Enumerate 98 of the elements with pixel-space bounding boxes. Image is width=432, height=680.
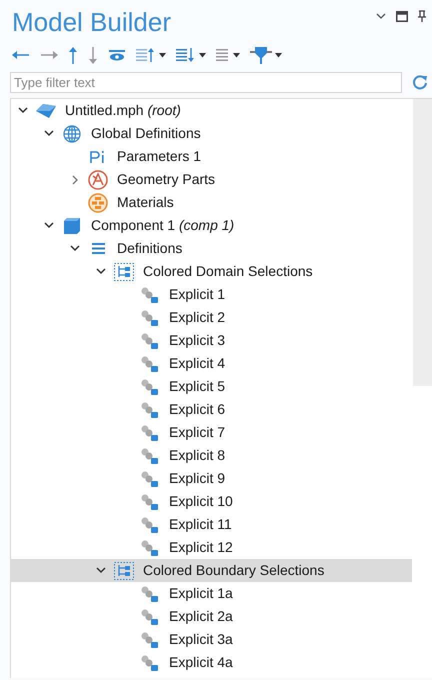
left-arrow-icon[interactable] [12, 50, 30, 60]
selection-icon [141, 310, 159, 326]
caret-icon[interactable] [233, 52, 240, 58]
selection-icon [141, 424, 159, 440]
tree-group-icon [114, 562, 134, 580]
chevron-down-icon[interactable] [376, 12, 386, 20]
refresh-icon[interactable] [412, 74, 428, 90]
selection-icon [141, 632, 159, 648]
item-label: Explicit 12 [169, 538, 233, 557]
chevron-down-icon[interactable] [18, 107, 28, 114]
up-arrow-icon[interactable] [68, 46, 78, 64]
list-down-icon[interactable] [176, 48, 194, 62]
selection-icon [141, 286, 159, 302]
tree-item[interactable]: Component 1 (comp 1) [11, 214, 412, 237]
item-label: Geometry Parts [117, 170, 216, 189]
item-label: Explicit 10 [169, 492, 233, 511]
scrollbar-thumb[interactable] [413, 99, 432, 386]
chevron-down-icon[interactable] [70, 245, 80, 252]
selection-icon [141, 540, 159, 556]
tree-group-icon [114, 262, 134, 280]
selection-icon [141, 516, 159, 532]
item-label: Explicit 1 [169, 285, 226, 304]
item-label: Colored Domain Selections [143, 262, 313, 281]
item-label: Definitions [117, 239, 182, 258]
item-label: Explicit 4 [169, 354, 226, 373]
selection-icon [141, 378, 159, 394]
item-label: Explicit 4a [169, 653, 233, 672]
tree-item[interactable]: Colored Boundary Selections [11, 559, 412, 582]
item-label: Explicit 5 [169, 377, 226, 396]
tree-item[interactable]: Global Definitions [11, 122, 412, 145]
tree-item[interactable]: Explicit 10 [11, 490, 412, 513]
tree-item[interactable]: Explicit 1 [11, 283, 412, 306]
chevron-down-icon[interactable] [44, 222, 54, 229]
tree-item[interactable]: Explicit 4a [11, 651, 412, 674]
item-label: Untitled.mph (root) [65, 101, 181, 120]
maximize-icon[interactable] [396, 10, 408, 22]
panel-title: Model Builder [12, 9, 171, 35]
item-label: Parameters 1 [117, 147, 202, 166]
item-label: Explicit 9 [169, 469, 226, 488]
cube-icon [63, 216, 81, 234]
geometry-parts-icon [88, 170, 108, 190]
pin-icon[interactable] [418, 10, 426, 22]
item-label: Explicit 11 [169, 515, 232, 534]
item-label: Explicit 3a [169, 630, 233, 649]
tree-item[interactable]: Explicit 5 [11, 375, 412, 398]
tree-item[interactable]: Colored Domain Selections [11, 260, 412, 283]
selection-icon [141, 332, 159, 348]
funnel-icon[interactable] [250, 46, 272, 64]
tree-item[interactable]: Explicit 8 [11, 444, 412, 467]
tree-item[interactable]: Explicit 9 [11, 467, 412, 490]
chevron-down-icon[interactable] [96, 567, 106, 574]
cube-icon [36, 104, 56, 118]
caret-icon[interactable] [199, 52, 206, 58]
tree-item[interactable]: Explicit 3 [11, 329, 412, 352]
caret-icon[interactable] [275, 52, 282, 58]
tree-item[interactable]: Explicit 4 [11, 352, 412, 375]
caret-icon[interactable] [159, 52, 166, 58]
tree-item[interactable]: Explicit 11 [11, 513, 412, 536]
item-label: Explicit 2 [169, 308, 226, 327]
list-up-icon[interactable] [136, 48, 154, 62]
tree-item[interactable]: Explicit 6 [11, 398, 412, 421]
selection-icon [141, 448, 159, 464]
item-label: Explicit 3 [169, 331, 226, 350]
tree-item[interactable]: Explicit 2 [11, 306, 412, 329]
tree-item[interactable]: Explicit 1a [11, 582, 412, 605]
selection-icon [141, 402, 159, 418]
item-label: Explicit 2a [169, 607, 233, 626]
tree-item[interactable]: Explicit 2a [11, 605, 412, 628]
tree-item[interactable]: Explicit 7 [11, 421, 412, 444]
tree-item[interactable]: Parameters 1 [11, 145, 412, 168]
item-label: Explicit 6 [169, 400, 226, 419]
item-label: Explicit 7 [169, 423, 226, 442]
tree-item[interactable]: Materials [11, 191, 412, 214]
selection-icon [141, 470, 159, 486]
globe-icon [63, 124, 81, 142]
filter-field[interactable]: Type filter text [10, 72, 402, 92]
item-label: Global Definitions [91, 124, 201, 143]
tree-item[interactable]: Untitled.mph (root) [11, 99, 412, 122]
tree-item[interactable]: Explicit 3a [11, 628, 412, 651]
selection-icon [141, 654, 159, 670]
selection-icon [141, 494, 159, 510]
materials-icon [88, 192, 108, 212]
chevron-down-icon[interactable] [44, 130, 54, 137]
selection-icon [141, 356, 159, 372]
selection-icon [141, 608, 159, 624]
item-label: Component 1 (comp 1) [91, 216, 234, 235]
eye-icon[interactable] [108, 49, 126, 61]
item-label: Explicit 1a [169, 584, 233, 603]
lines-icon [92, 243, 104, 254]
chevron-down-icon[interactable] [96, 268, 106, 275]
item-label: Explicit 8 [169, 446, 226, 465]
tree-item[interactable]: Geometry Parts [11, 168, 412, 191]
selection-icon [141, 586, 159, 602]
item-label: Materials [117, 193, 174, 212]
tree-item[interactable]: Explicit 12 [11, 536, 412, 559]
item-label: Colored Boundary Selections [143, 561, 324, 580]
chevron-right-icon[interactable] [70, 174, 80, 184]
tree-item[interactable]: Definitions [11, 237, 412, 260]
